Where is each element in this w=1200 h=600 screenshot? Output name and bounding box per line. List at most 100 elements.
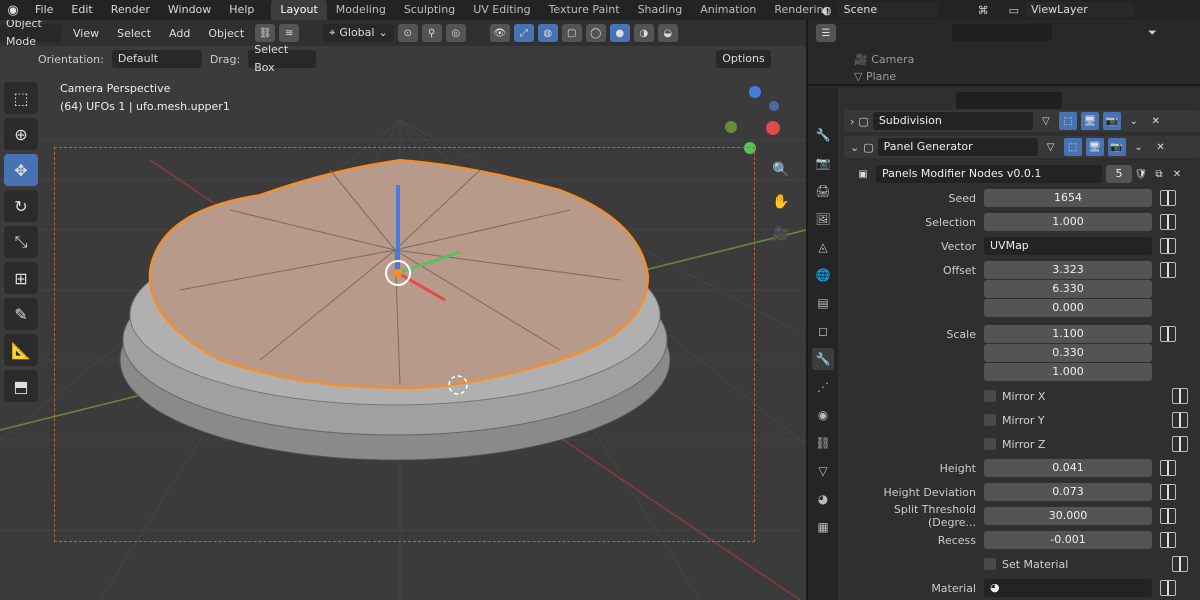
offset-y-field[interactable]: 6.330 <box>984 280 1152 298</box>
menu-help[interactable]: Help <box>220 0 263 20</box>
object-tab-icon[interactable]: ◻ <box>812 320 834 342</box>
subdivision-modifier-header[interactable]: › ▢ Subdivision ▽ ⬚ 🖥 📷 ⌄ ✕ <box>844 110 1200 132</box>
pivot-icon[interactable]: ⊙ <box>397 24 418 42</box>
edit-mode-icon[interactable]: ⬚ <box>1063 138 1082 156</box>
subdivision-modifier-name[interactable]: Subdivision <box>872 112 1033 130</box>
data-tab-icon[interactable]: ▽ <box>812 460 834 482</box>
render-tab-icon[interactable]: 📷 <box>812 152 834 174</box>
options-dropdown[interactable]: Options <box>716 50 771 68</box>
properties-search-input[interactable] <box>956 92 1062 109</box>
output-tab-icon[interactable]: 🖨 <box>812 180 834 202</box>
tab-modeling[interactable]: Modeling <box>327 0 395 20</box>
chevron-down-icon[interactable]: ⌄ <box>1130 138 1148 156</box>
menu-render[interactable]: Render <box>102 0 159 20</box>
close-icon[interactable]: ✕ <box>1152 138 1170 156</box>
expand-chevron-icon[interactable]: › <box>850 115 854 128</box>
keyframe-icon[interactable] <box>1160 460 1176 476</box>
link-icon[interactable]: ⛓ <box>255 24 276 42</box>
realtime-icon[interactable]: 🖥 <box>1085 138 1104 156</box>
on-cage-icon[interactable]: ▽ <box>1037 112 1055 130</box>
fake-user-icon[interactable]: 🛡 <box>1132 165 1150 183</box>
cursor-tool-icon[interactable]: ⊕ <box>4 118 38 150</box>
modifier-tab-icon[interactable]: 🔧 <box>812 348 834 370</box>
scale-z-field[interactable]: 1.000 <box>984 363 1152 381</box>
height-field[interactable]: 0.041 <box>984 459 1152 477</box>
gizmo-icon[interactable]: ⤢ <box>513 24 534 42</box>
tab-texture-paint[interactable]: Texture Paint <box>540 0 629 20</box>
pin-icon[interactable]: ⌘ <box>978 4 989 17</box>
orientation-dropdown[interactable]: Default <box>111 50 202 68</box>
outliner-search-input[interactable] <box>952 24 1052 41</box>
keyframe-icon[interactable] <box>1160 484 1176 500</box>
xray-icon[interactable]: ▢ <box>561 24 582 42</box>
move-tool-icon[interactable]: ✥ <box>4 154 38 186</box>
selection-field[interactable]: 1.000 <box>984 213 1152 231</box>
split-threshold-field[interactable]: 30.000 <box>984 507 1152 525</box>
tab-layout[interactable]: Layout <box>271 0 327 20</box>
outliner-display-mode-icon[interactable]: ☰ <box>816 24 836 42</box>
keyframe-icon[interactable] <box>1160 262 1176 278</box>
annotate-tool-icon[interactable]: ✎ <box>4 298 38 330</box>
menu-view[interactable]: View <box>66 27 106 40</box>
world-tab-icon[interactable]: 🌐 <box>812 264 834 286</box>
rotate-tool-icon[interactable]: ↻ <box>4 190 38 222</box>
keyframe-icon[interactable] <box>1172 388 1188 404</box>
offset-x-field[interactable]: 3.323 <box>984 261 1152 279</box>
menu-add[interactable]: Add <box>162 27 197 40</box>
filter-icon[interactable]: ⏷ <box>1148 26 1157 40</box>
material-field[interactable]: ◕ <box>984 579 1152 597</box>
pan-hand-icon[interactable]: ✋ <box>768 190 794 214</box>
view-layer-tab-icon[interactable]: 🖼 <box>812 208 834 230</box>
constraints-tab-icon[interactable]: ⛓ <box>812 432 834 454</box>
material-tab-icon[interactable]: ◕ <box>812 488 834 510</box>
keyframe-icon[interactable] <box>1160 238 1176 254</box>
camera-view-icon[interactable]: 🎥 <box>768 222 794 246</box>
keyframe-icon[interactable] <box>1160 532 1176 548</box>
outliner-item-plane[interactable]: ▽ Plane <box>854 70 914 83</box>
chevron-down-icon[interactable]: ⌄ <box>1125 112 1143 130</box>
keyframe-icon[interactable] <box>1160 326 1176 342</box>
visibility-icon[interactable]: 👁 <box>489 24 510 42</box>
menu-select[interactable]: Select <box>110 27 158 40</box>
collapse-chevron-icon[interactable]: ⌄ <box>850 141 859 154</box>
render-shading-icon[interactable]: ◒ <box>657 24 678 42</box>
menu-edit[interactable]: Edit <box>62 0 101 20</box>
keyframe-icon[interactable] <box>1172 436 1188 452</box>
physics-tab-icon[interactable]: ◉ <box>812 404 834 426</box>
mirror-y-checkbox[interactable] <box>984 414 996 426</box>
wireframe-shading-icon[interactable]: ◯ <box>585 24 606 42</box>
scene-selector[interactable]: Scene <box>837 2 938 18</box>
tab-sculpting[interactable]: Sculpting <box>395 0 464 20</box>
close-icon[interactable]: ✕ <box>1147 112 1165 130</box>
set-material-checkbox[interactable] <box>984 558 996 570</box>
3d-viewport[interactable]: Object Mode View Select Add Object ⛓ ≋ ⌖… <box>0 20 806 600</box>
vector-field[interactable]: UVMap <box>984 237 1152 255</box>
measure-tool-icon[interactable]: 📐 <box>4 334 38 366</box>
proportional-edit-icon[interactable]: ◎ <box>445 24 466 42</box>
keyframe-icon[interactable] <box>1160 190 1176 206</box>
tab-uv-editing[interactable]: UV Editing <box>464 0 539 20</box>
recess-field[interactable]: -0.001 <box>984 531 1152 549</box>
keyframe-icon[interactable] <box>1160 214 1176 230</box>
blender-logo-icon[interactable]: ◉ <box>0 0 26 20</box>
scale-tool-icon[interactable]: ⤡ <box>4 226 38 258</box>
keyframe-icon[interactable] <box>1172 556 1188 572</box>
scene-tab-icon[interactable]: ◬ <box>812 236 834 258</box>
node-group-selector[interactable]: Panels Modifier Nodes v0.0.1 <box>876 165 1102 183</box>
add-cube-tool-icon[interactable]: ⬒ <box>4 370 38 402</box>
view-layer-selector[interactable]: ViewLayer <box>1025 2 1136 18</box>
render-icon[interactable]: 📷 <box>1102 112 1121 130</box>
realtime-icon[interactable]: 🖥 <box>1080 112 1099 130</box>
height-deviation-field[interactable]: 0.073 <box>984 483 1152 501</box>
render-icon[interactable]: 📷 <box>1107 138 1126 156</box>
menu-window[interactable]: Window <box>159 0 220 20</box>
texture-tab-icon[interactable]: ▦ <box>812 516 834 538</box>
tool-tab-icon[interactable]: 🔧 <box>812 124 834 146</box>
zoom-icon[interactable]: 🔍 <box>768 158 794 182</box>
offset-z-field[interactable]: 0.000 <box>984 299 1152 317</box>
collection-tab-icon[interactable]: ▤ <box>812 292 834 314</box>
keyframe-icon[interactable] <box>1160 508 1176 524</box>
keyframe-icon[interactable] <box>1172 412 1188 428</box>
material-shading-icon[interactable]: ◑ <box>633 24 654 42</box>
on-cage-icon[interactable]: ▽ <box>1042 138 1060 156</box>
